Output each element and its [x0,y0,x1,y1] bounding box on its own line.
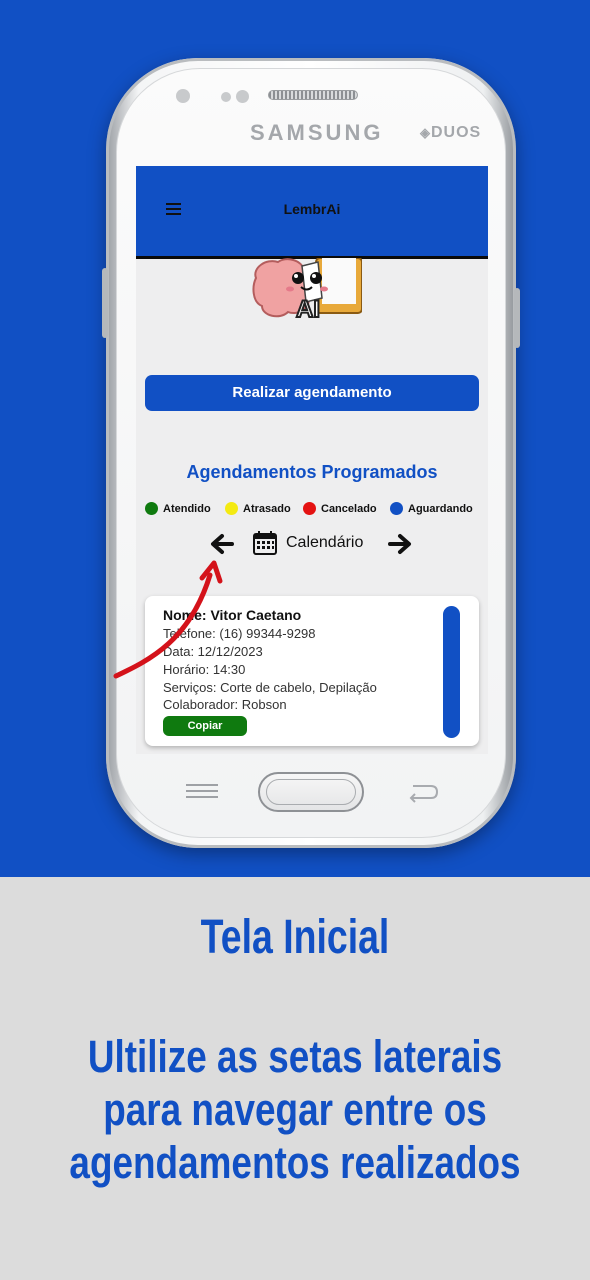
duos-icon: ◈ [420,125,431,140]
arrow-right-icon[interactable] [388,533,412,555]
yellow-dot-icon [225,502,238,515]
proximity-sensor [221,92,231,102]
appointment-card[interactable]: Nome: Vitor Caetano Telefone: (16) 99344… [145,596,479,746]
arrow-left-icon[interactable] [210,533,234,555]
card-time: Horário: 14:30 [163,662,246,677]
section-title: Agendamentos Programados [186,462,438,482]
home-button[interactable] [258,772,364,812]
green-dot-icon [145,502,158,515]
calendar-navigation: Calendário [210,530,420,558]
legend-label: Atrasado [243,502,291,515]
legend-label: Atendido [163,502,211,515]
legend-item-atrasado: Atrasado [225,502,291,515]
device-brand: SAMSUNG [250,120,384,145]
power-button [514,288,520,348]
schedule-button[interactable]: Realizar agendamento [145,375,479,411]
card-collaborator: Colaborador: Robson [163,697,287,712]
caption-line: agendamentos realizados [69,1137,521,1188]
blue-dot-icon [390,502,403,515]
back-key-icon[interactable] [405,780,441,804]
caption-line: Ultilize as setas laterais [87,1031,503,1082]
earpiece-speaker [268,90,358,100]
hero-background: SAMSUNG ◈DUOS LembrAi AI Realizar agenda… [0,0,590,877]
caption-title: Tela Inicial [200,911,390,964]
legend-item-cancelado: Cancelado [303,502,377,515]
legend-label: Cancelado [321,502,377,515]
front-camera [236,90,249,103]
card-name: Nome: Vitor Caetano [163,607,302,623]
status-legend: Atendido Atrasado Cancelado Aguardando [145,502,485,518]
app-bar: LembrAi [136,166,488,259]
legend-label: Aguardando [408,502,473,515]
volume-button [102,268,108,338]
card-phone: Telefone: (16) 99344-9298 [163,626,316,641]
model-badge-text: DUOS [431,124,482,141]
copy-button[interactable]: Copiar [163,716,247,736]
legend-item-aguardando: Aguardando [390,502,473,515]
calendar-label[interactable]: Calendário [286,534,363,552]
caption-body: Ultilize as setas laterais para navegar … [53,1030,537,1189]
menu-key-icon[interactable] [186,784,218,800]
device-model-badge: ◈DUOS [420,124,481,142]
red-dot-icon [303,502,316,515]
card-services: Serviços: Corte de cabelo, Depilação [163,680,377,695]
status-indicator [443,606,460,738]
logo-ai-label: AI [295,295,321,324]
legend-item-atendido: Atendido [145,502,211,515]
caption-line: para navegar entre os [103,1084,487,1135]
app-title: LembrAi [283,201,341,217]
front-sensor [176,89,190,103]
calendar-icon[interactable] [252,530,278,556]
card-date: Data: 12/12/2023 [163,644,263,659]
app-screen: LembrAi AI Realizar agendamento Agendame… [136,166,488,754]
